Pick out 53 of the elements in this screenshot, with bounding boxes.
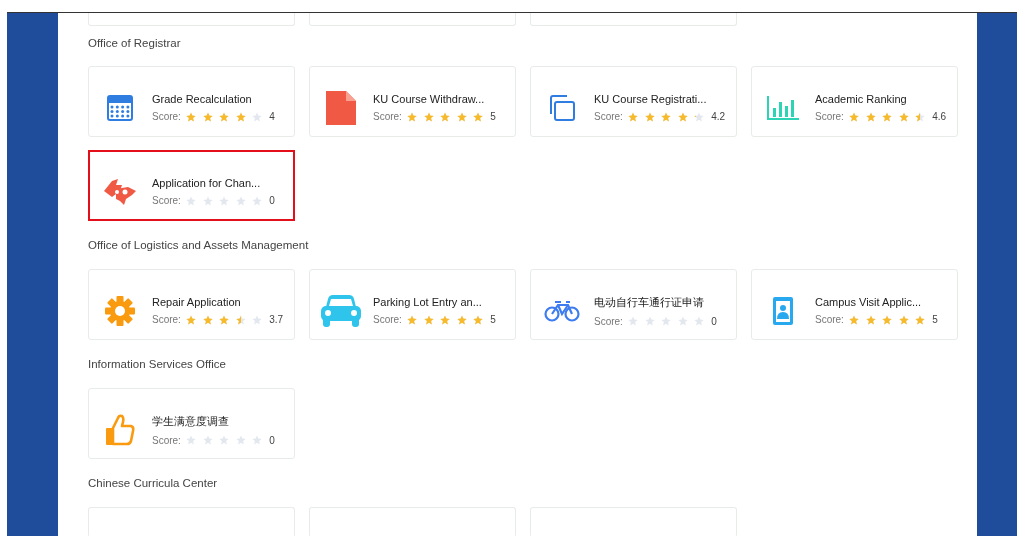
section-heading: Office of Logistics and Assets Management xyxy=(88,239,310,251)
section-heading: Office of Registrar xyxy=(88,37,182,49)
score-label: Score: xyxy=(373,111,402,122)
thumbs-up-icon xyxy=(105,413,135,446)
score-label: Score: xyxy=(815,314,844,325)
score-label: Score: xyxy=(152,111,181,122)
score-value: 4.2 xyxy=(711,111,726,122)
service-title: 学生满意度调查 xyxy=(152,413,230,429)
score-value: 0 xyxy=(711,315,717,327)
car-icon xyxy=(321,294,361,327)
service-card[interactable]: 学生满意度调查 Score: 0 xyxy=(88,388,295,459)
section-heading: Chinese Curricula Center xyxy=(88,477,219,489)
service-card[interactable]: Campus Visit Applic... Score: 5 xyxy=(751,269,958,340)
service-card[interactable]: KU Course Registrati... Score: 4.2 xyxy=(530,66,737,137)
service-card[interactable]: 电动自行车通行证申请 Score: 0 xyxy=(530,269,737,340)
service-title: Repair Application xyxy=(152,296,242,308)
score-label: Score: xyxy=(152,195,181,206)
service-card[interactable]: Application for Chan... Score: 0 xyxy=(88,150,295,221)
service-title: KU Course Withdraw... xyxy=(373,93,486,105)
section-heading: Information Services Office xyxy=(88,358,227,370)
service-title: Application for Chan... xyxy=(152,177,262,189)
service-card[interactable]: Repair Application Score: 3.7 xyxy=(88,269,295,340)
score-value: 5 xyxy=(490,314,496,325)
copy-icon xyxy=(548,93,576,122)
service-title: Parking Lot Entry an... xyxy=(373,296,483,308)
bicycle-icon xyxy=(544,299,580,322)
score-value: 4 xyxy=(269,111,275,122)
score-label: Score: xyxy=(152,434,181,446)
id-badge-icon xyxy=(773,296,793,325)
score-value: 5 xyxy=(932,314,938,325)
service-title: Grade Recalculation xyxy=(152,93,253,105)
document-icon xyxy=(326,90,356,125)
score-value: 5 xyxy=(490,111,496,122)
service-card[interactable]: KU Course Withdraw... Score: 5 xyxy=(309,66,516,137)
service-title: Campus Visit Applic... xyxy=(815,296,923,308)
score-label: Score: xyxy=(152,314,181,325)
service-title: Academic Ranking xyxy=(815,93,908,105)
score-value: 0 xyxy=(269,195,275,206)
calculator-icon xyxy=(107,94,133,121)
score-value: 0 xyxy=(269,434,275,446)
gear-icon xyxy=(104,294,136,327)
service-card[interactable]: Academic Ranking Score: 4.6 xyxy=(751,66,958,137)
service-card[interactable]: Parking Lot Entry an... Score: 5 xyxy=(309,269,516,340)
service-card[interactable]: Grade Recalculation Score: 4 xyxy=(88,66,295,137)
score-label: Score: xyxy=(594,111,623,122)
score-label: Score: xyxy=(373,314,402,325)
score-label: Score: xyxy=(594,315,623,327)
score-value: 3.7 xyxy=(269,314,284,325)
bar-chart-icon xyxy=(767,95,799,120)
service-title: 电动自行车通行证申请 xyxy=(594,294,705,310)
score-label: Score: xyxy=(815,111,844,122)
score-value: 4.6 xyxy=(932,111,947,122)
service-title: KU Course Registrati... xyxy=(594,93,708,105)
